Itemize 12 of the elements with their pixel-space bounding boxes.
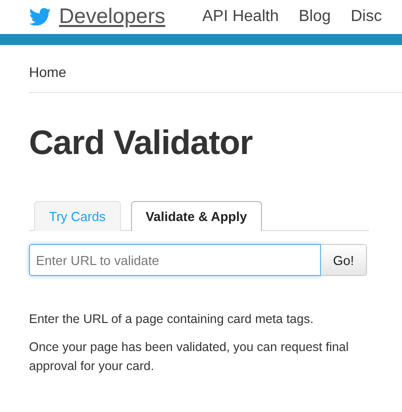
paragraph: Once your page has been validated, you can request final approval for your card. (29, 339, 350, 375)
nav-link[interactable]: API Health (202, 5, 279, 29)
page-title: Card Validator (29, 123, 254, 164)
url-input[interactable]: Enter URL to validate (29, 244, 322, 276)
bird-logo-icon[interactable] (29, 8, 51, 26)
tab[interactable]: Validate & Apply (130, 200, 262, 232)
go-button[interactable]: Go! (321, 244, 367, 276)
brand-link[interactable]: Developers (59, 1, 166, 33)
nav-link[interactable]: Disc (350, 5, 382, 29)
paragraph: Enter the URL of a page containing card meta tags. (29, 311, 314, 328)
nav-link[interactable]: Blog (298, 5, 331, 29)
breadcrumb-link[interactable]: Home (29, 64, 66, 80)
